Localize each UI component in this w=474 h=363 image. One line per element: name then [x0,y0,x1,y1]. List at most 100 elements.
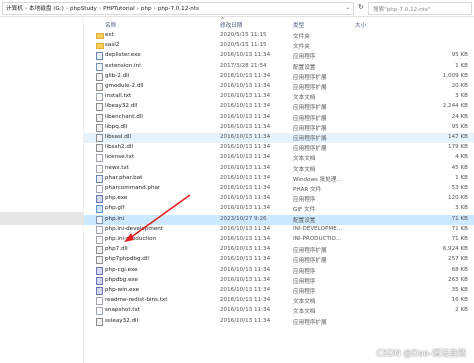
file-name: pharcommand.phar [105,185,161,191]
file-row[interactable]: extension.ini 2017/3/28 21:54 配置设置 1 KB [84,62,474,72]
watermark: CSDN @Dao-道法自然 [376,349,466,359]
column-date-header[interactable]: 修改日期 [220,21,242,29]
file-date: 2016/10/13 11:34 [220,52,271,59]
file-row[interactable]: php-win.exe 2016/10/13 11:34 应用程序 35 KB [84,286,474,296]
file-row[interactable]: install.txt 2016/10/13 11:34 文本文档 3 KB [84,92,474,102]
file-size: 71 KB [451,225,468,232]
file-size: 53 KB [451,185,468,191]
breadcrumb-item[interactable]: phpStudy [70,5,97,13]
file-row[interactable]: news.txt 2016/10/13 11:34 文本文档 45 KB [84,164,474,174]
nav-selected-item[interactable] [0,212,84,225]
file-date: 2016/10/13 11:34 [220,144,271,151]
file-row[interactable]: sasl2 2020/5/15 11:15 文件夹 [84,41,474,51]
file-type: 应用程序 [293,197,316,204]
file-size: 3 KB [455,93,468,100]
navigation-pane[interactable] [0,17,84,363]
search-input[interactable]: 搜索"php-7.0.12-nts" [368,2,472,15]
file-size: 71 KB [451,215,468,222]
breadcrumb-item[interactable]: 本地磁盘 (G:) [29,5,64,13]
file-size: 2,244 KB [442,103,468,110]
column-type-header[interactable]: 类型 [293,21,304,29]
file-row[interactable]: license.txt 2016/10/13 11:34 文本文档 4 KB [84,153,474,163]
file-date: 2016/10/13 11:34 [220,103,271,110]
file-size: 4 KB [455,154,468,161]
file-row[interactable]: php.ini-production 2016/10/13 11:34 INI-PR… [84,235,474,245]
file-row[interactable]: php7phpdbg.dll 2016/10/13 11:34 应用程序扩展 257 … [84,255,474,265]
file-row[interactable]: php.ini 2023/10/27 9:26 配置设置 71 KB [84,214,474,225]
file-row[interactable]: ext 2020/5/15 11:15 文件夹 [84,31,474,41]
breadcrumb-item[interactable]: php-7.0.12-nts [158,5,199,13]
file-type: 配置设置 [293,217,316,224]
folder-icon [96,33,104,39]
breadcrumb[interactable]: 计算机 › 本地磁盘 (G:) › phpStudy › PHPTutorial › php › p… [2,2,354,15]
folder-icon [96,43,104,50]
file-size: 3 KB [455,205,468,212]
file-name: news.txt [105,164,129,171]
file-row[interactable]: libeay32.dll 2016/10/13 11:34 应用程序扩展 2,244 … [84,102,474,112]
refresh-icon[interactable]: ↻ [358,3,364,11]
file-date: 2016/10/13 11:34 [220,287,271,293]
file-date: 2016/10/13 11:34 [220,297,271,304]
file-row[interactable]: libssh2.dll 2016/10/13 11:34 应用程序扩展 179 KB [84,143,474,153]
file-name: libenchant.dll [105,113,143,120]
chevron-down-icon[interactable]: ⌄ [345,5,350,11]
chevron-right-icon: › [98,6,102,12]
file-row[interactable]: gmodule-2.dll 2016/10/13 11:34 应用程序扩展 20 KB [84,82,474,92]
file-row[interactable]: php.ini-development 2016/10/13 11:34 INI-D… [84,225,474,235]
file-type: 应用程序 [293,289,316,295]
file-size: 45 KB [451,164,468,171]
file-row[interactable]: libenchant.dll 2016/10/13 11:34 应用程序扩展 24 K… [84,113,474,123]
file-size: 95 KB [451,52,468,59]
breadcrumb-trail: 计算机 › 本地磁盘 (G:) › phpStudy › PHPTutorial › php › p… [6,5,199,13]
file-type: 文本文档 [293,299,316,306]
file-row[interactable]: php-cgi.exe 2016/10/13 11:34 应用程序 68 KB [84,266,474,276]
chevron-right-icon: › [24,6,28,12]
file-type: INI-PRODUCTIO... [293,236,342,242]
document-icon [96,307,103,316]
file-size: 20 KB [451,83,468,89]
file-type: 应用程序扩展 [293,115,327,122]
column-name-header[interactable]: 名称 [105,21,116,29]
file-date: 2016/10/13 11:34 [220,225,271,232]
file-row[interactable]: php.gif 2016/10/13 11:34 GIF 文件 3 KB [84,204,474,214]
file-row[interactable]: snapshot.txt 2016/10/13 11:34 文本文档 2 KB [84,306,474,316]
file-name: phar.phar.bat [105,174,143,181]
file-name: php.ini-production [105,236,157,242]
breadcrumb-item[interactable]: 计算机 [6,5,23,13]
search-placeholder: 搜索"php-7.0.12-nts" [373,7,431,13]
file-type: 文件夹 [293,44,310,51]
file-row[interactable]: libpq.dll 2016/10/13 11:34 应用程序扩展 95 KB [84,123,474,133]
column-size-header[interactable]: 大小 [355,21,366,29]
breadcrumb-item[interactable]: php [141,5,152,13]
dll-icon [96,144,103,153]
file-date: 2016/10/13 11:34 [220,236,271,242]
file-name: phpdbg.exe [105,276,138,283]
file-row[interactable]: libsasl.dll 2016/10/13 11:34 应用程序扩展 147 KB [84,133,474,143]
file-name: install.txt [105,93,132,100]
settings-file-icon [96,215,103,224]
file-row[interactable]: phar.phar.bat 2016/10/13 11:34 Windows 批处理… [84,174,474,184]
file-name: license.txt [105,154,135,161]
file-name: php.ini-development [105,225,163,232]
file-name: libeay32.dll [105,103,138,110]
file-name: ext [105,32,114,38]
file-row[interactable]: readme-redist-bins.txt 2016/10/13 11:34 文本… [84,296,474,306]
file-name: snapshot.txt [105,307,140,314]
file-row[interactable]: ssleay32.dll 2016/10/13 11:34 应用程序扩展 [84,317,474,327]
file-size: 24 KB [451,113,468,120]
file-row[interactable]: php.exe 2016/10/13 11:34 应用程序 120 KB [84,194,474,204]
file-row[interactable]: glib-2.dll 2016/10/13 11:34 应用程序扩展 1,009 KB [84,72,474,82]
file-row[interactable]: phpdbg.exe 2016/10/13 11:34 应用程序 263 KB [84,276,474,286]
php-exe-icon [96,266,103,275]
file-row[interactable]: deplister.exe 2016/10/13 11:34 应用程序 95 KB [84,51,474,61]
file-row[interactable]: php7.dll 2016/10/13 11:34 应用程序扩展 6,924 KB [84,245,474,255]
file-type: 文件夹 [293,34,310,40]
file-date: 2016/10/13 11:34 [220,205,271,212]
file-date: 2016/10/13 11:34 [220,123,271,130]
file-row[interactable]: pharcommand.phar 2016/10/13 11:34 PHAR 文件 5… [84,184,474,194]
file-type: 应用程序扩展 [293,146,327,153]
file-name: readme-redist-bins.txt [105,297,168,304]
file-size: 16 KB [451,297,468,304]
breadcrumb-item[interactable]: PHPTutorial [103,5,135,13]
file-type: Windows 批处理... [293,176,342,183]
